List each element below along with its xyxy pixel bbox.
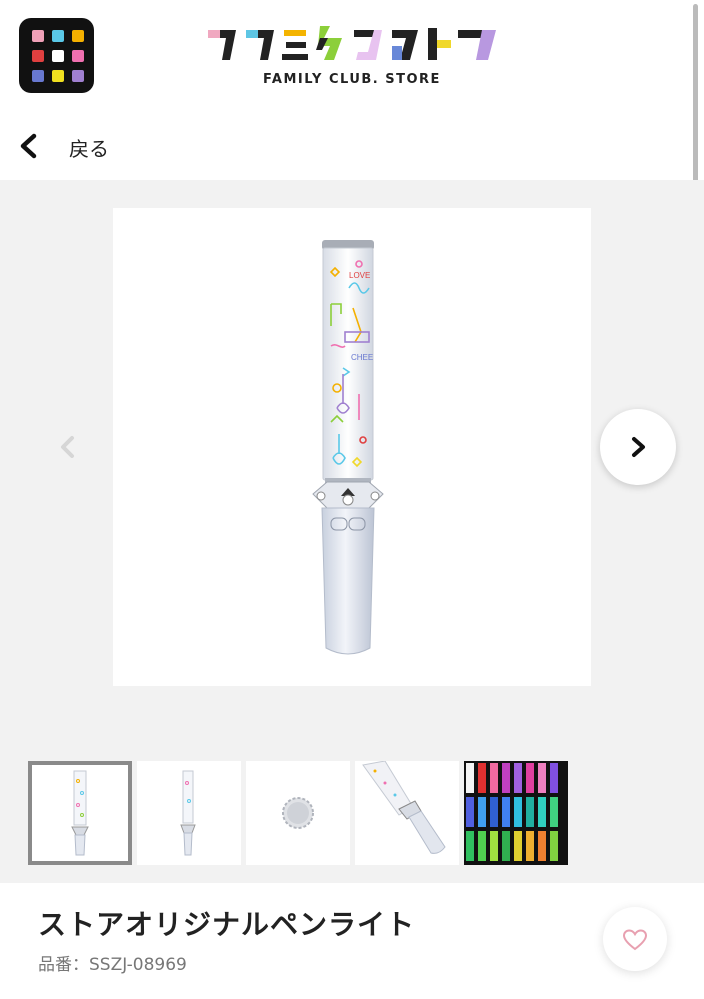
favorite-button[interactable] xyxy=(603,907,667,971)
chevron-right-icon xyxy=(632,437,645,457)
product-title: ストアオリジナルペンライト xyxy=(38,908,416,941)
grid-cell xyxy=(52,70,64,82)
thumbnail-image xyxy=(466,763,558,861)
thumbnail-penlight-angle[interactable] xyxy=(355,760,459,865)
logo-subtitle: FAMILY CLUB. STORE xyxy=(263,72,441,87)
thumbnail-penlight-colors[interactable] xyxy=(464,761,568,865)
grid-cell xyxy=(52,50,64,62)
heart-outline-icon xyxy=(622,929,648,951)
product-code: 品番：SSZJ-08969 xyxy=(38,955,187,975)
grid-cell xyxy=(32,30,44,42)
thumbnail-penlight-side[interactable] xyxy=(137,761,241,865)
penlight-label-chee: CHEE xyxy=(351,353,373,362)
thumbnail-penlight-cap[interactable] xyxy=(246,761,350,865)
logo-mark xyxy=(208,26,496,60)
next-image-button[interactable] xyxy=(600,409,676,485)
grid-cell xyxy=(72,30,84,42)
thumbnail-penlight-front[interactable] xyxy=(28,761,132,865)
thumbnail-image xyxy=(362,760,446,854)
site-header: FAMILY CLUB. STORE xyxy=(0,0,704,110)
grid-cell xyxy=(52,30,64,42)
thumbnail-strip xyxy=(28,760,568,865)
penlight-label-love: LOVE xyxy=(349,271,370,280)
thumbnail-image xyxy=(71,770,89,856)
grid-cell xyxy=(72,70,84,82)
grid-cell xyxy=(32,70,44,82)
grid-cell xyxy=(72,50,84,62)
back-link-label[interactable]: 戻る xyxy=(69,133,109,162)
app-menu-grid-icon[interactable] xyxy=(19,18,94,93)
thumbnail-image xyxy=(282,797,314,829)
product-main-image[interactable]: LOVE CHEE xyxy=(113,208,591,686)
chevron-left-icon[interactable] xyxy=(52,430,82,464)
penlight-image: LOVE CHEE xyxy=(312,240,384,655)
chevron-left-icon[interactable] xyxy=(18,133,40,159)
grid-cell xyxy=(32,50,44,62)
thumbnail-image xyxy=(180,770,196,856)
site-logo[interactable]: FAMILY CLUB. STORE xyxy=(206,24,498,90)
